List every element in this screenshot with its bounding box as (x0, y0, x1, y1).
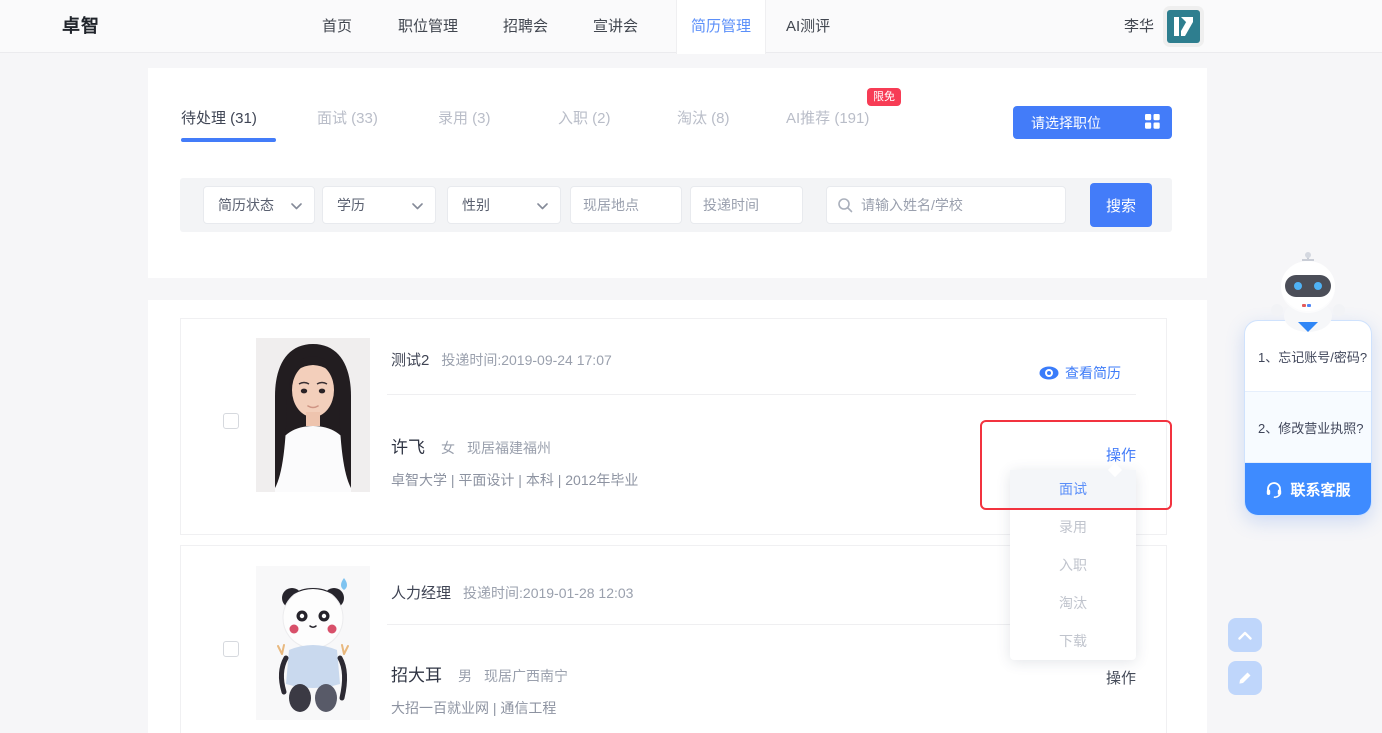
candidate-2-checkbox[interactable] (223, 641, 239, 657)
grid-icon (1145, 114, 1160, 132)
tab-pending[interactable]: 待处理 (31) (181, 107, 257, 128)
chevron-up-icon (1238, 631, 1252, 640)
tab-onboard[interactable]: 入职 (2) (558, 107, 611, 128)
filter-resume-status-label: 简历状态 (218, 195, 274, 215)
search-icon (837, 197, 853, 213)
top-nav: 卓智 首页 职位管理 招聘会 宣讲会 简历管理 AI测评 李华 (0, 0, 1382, 53)
candidate-2-gender: 男 (458, 666, 472, 686)
menu-item-hire[interactable]: 录用 (1010, 508, 1136, 546)
tab-interview[interactable]: 面试 (33) (317, 107, 378, 128)
candidate-1-action-button[interactable]: 操作 (1076, 444, 1136, 465)
chevron-down-icon (537, 197, 548, 213)
view-resume-label: 查看简历 (1065, 363, 1121, 383)
nav-item-jobfair[interactable]: 招聘会 (503, 0, 548, 53)
filter-location-field (570, 186, 682, 224)
select-job-label: 请选择职位 (1031, 113, 1101, 133)
filter-gender-select[interactable]: 性别 (447, 186, 561, 224)
tab-ai-recommend[interactable]: AI推荐 (191) (786, 107, 869, 128)
resume-toolbar-panel: 待处理 (31) 面试 (33) 录用 (3) 入职 (2) 淘汰 (8) AI… (148, 68, 1207, 278)
nav-item-resumes-active[interactable]: 简历管理 (676, 0, 766, 54)
filter-education-label: 学历 (337, 195, 365, 215)
brand-logo: 卓智 (62, 0, 100, 53)
filter-resume-status-select[interactable]: 简历状态 (203, 186, 315, 224)
search-input[interactable] (861, 197, 1055, 213)
active-tab-underline (181, 138, 276, 142)
contact-support-button[interactable]: 联系客服 (1245, 463, 1371, 515)
candidate-2-title-row: 人力经理 投递时间:2019-01-28 12:03 (391, 582, 633, 603)
menu-item-download[interactable]: 下载 (1010, 622, 1136, 660)
candidate-2-position: 人力经理 (391, 582, 451, 603)
pencil-icon (1238, 671, 1252, 685)
chevron-down-icon (412, 197, 423, 213)
tab-rejected[interactable]: 淘汰 (8) (677, 107, 730, 128)
eye-icon (1039, 366, 1059, 380)
nav-item-ai-test[interactable]: AI测评 (786, 0, 830, 53)
assistant-robot-icon[interactable] (1262, 250, 1354, 337)
candidate-1-position: 测试2 (391, 349, 429, 370)
candidate-1-title-row: 测试2 投递时间:2019-09-24 17:07 (391, 349, 612, 370)
candidate-2-apply-time: 投递时间:2019-01-28 12:03 (463, 583, 633, 603)
scroll-to-top-button[interactable] (1228, 618, 1262, 652)
company-logo-icon[interactable] (1167, 10, 1200, 43)
candidate-1-residence: 现居福建福州 (467, 438, 551, 458)
contact-support-label: 联系客服 (1290, 479, 1350, 500)
assistant-bubble: 1、忘记账号/密码? 2、修改营业执照? 联系客服 (1244, 320, 1372, 516)
page-canvas: 卓智 首页 职位管理 招聘会 宣讲会 简历管理 AI测评 李华 待处理 (31)… (0, 0, 1382, 733)
filter-apply-time-field (690, 186, 803, 224)
apply-time-input[interactable] (703, 197, 790, 213)
chevron-down-icon (291, 197, 302, 213)
card-divider (387, 394, 1136, 395)
menu-item-interview[interactable]: 面试 (1010, 470, 1136, 508)
select-job-button[interactable]: 请选择职位 (1013, 106, 1172, 139)
headset-icon (1265, 480, 1283, 498)
search-field (826, 186, 1066, 224)
feedback-edit-button[interactable] (1228, 661, 1262, 695)
user-name[interactable]: 李华 (1124, 0, 1154, 53)
candidate-2-residence: 现居广西南宁 (484, 666, 568, 686)
search-button[interactable]: 搜索 (1090, 183, 1152, 227)
menu-item-onboard[interactable]: 入职 (1010, 546, 1136, 584)
view-resume-link[interactable]: 查看简历 (1039, 363, 1121, 383)
candidate-2-action-button[interactable]: 操作 (1076, 667, 1136, 688)
filter-gender-label: 性别 (462, 195, 490, 215)
location-input[interactable] (583, 197, 669, 213)
nav-item-jobs[interactable]: 职位管理 (398, 0, 458, 53)
filter-education-select[interactable]: 学历 (322, 186, 436, 224)
candidate-1-checkbox[interactable] (223, 413, 239, 429)
candidate-2-photo (256, 566, 370, 720)
faq-item-edit-license[interactable]: 2、修改营业执照? (1245, 392, 1371, 463)
filter-bar: 简历状态 学历 性别 (180, 178, 1172, 232)
candidate-2-name-row: 招大耳 男 现居广西南宁 (391, 661, 568, 686)
nav-item-talks[interactable]: 宣讲会 (593, 0, 638, 53)
candidate-1-details: 卓智大学 | 平面设计 | 本科 | 2012年毕业 (391, 470, 638, 490)
tab-hired[interactable]: 录用 (3) (438, 107, 491, 128)
nav-item-home[interactable]: 首页 (322, 0, 352, 53)
candidate-1-name-row: 许飞 女 现居福建福州 (391, 433, 551, 458)
candidate-2-name: 招大耳 (391, 661, 442, 686)
candidate-2-details: 大招一百就业网 | 通信工程 (391, 698, 556, 718)
candidate-1-name: 许飞 (391, 433, 425, 458)
menu-item-reject[interactable]: 淘汰 (1010, 584, 1136, 622)
candidate-1-photo (256, 338, 370, 492)
action-dropdown-menu: 面试 录用 入职 淘汰 下载 (1010, 470, 1136, 660)
free-badge: 限免 (867, 88, 901, 106)
candidate-1-gender: 女 (441, 438, 455, 458)
candidate-1-apply-time: 投递时间:2019-09-24 17:07 (441, 350, 611, 370)
